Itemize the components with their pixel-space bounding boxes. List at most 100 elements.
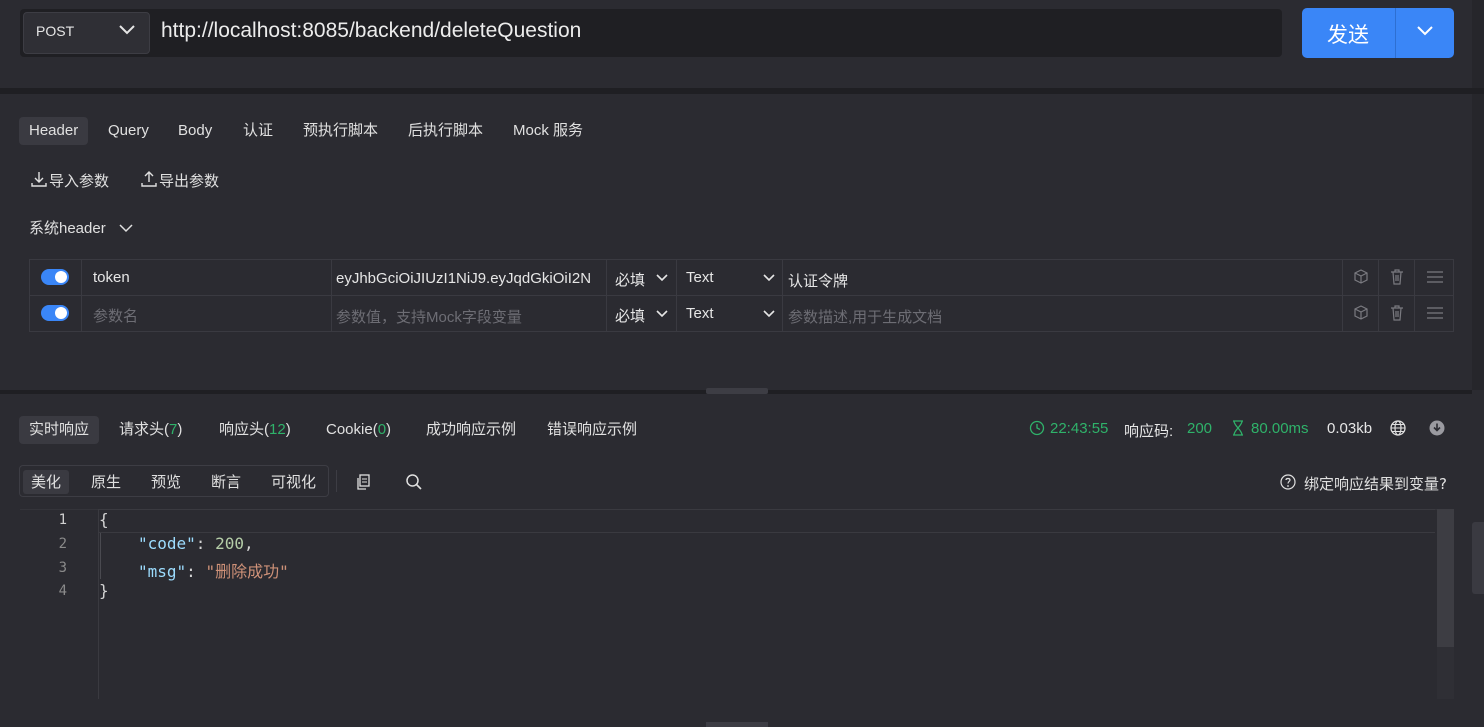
column-divider xyxy=(676,260,677,332)
divider xyxy=(336,470,337,492)
view-preview[interactable]: 预览 xyxy=(143,470,189,494)
cube-icon[interactable] xyxy=(1352,304,1370,326)
send-options-chevron-icon[interactable] xyxy=(1416,25,1434,41)
indent-guide xyxy=(100,533,101,579)
splitter-handle[interactable] xyxy=(706,388,768,394)
drag-handle-icon[interactable] xyxy=(1425,268,1445,290)
param-enabled-toggle[interactable] xyxy=(41,305,69,321)
status-label: 响应码: xyxy=(1124,423,1174,440)
json-value: "删除成功" xyxy=(205,562,289,581)
status-code: 200 xyxy=(1187,420,1213,437)
divider xyxy=(0,88,1484,94)
param-name-input[interactable]: 参数名 xyxy=(93,305,138,326)
right-scrollbar[interactable] xyxy=(1472,0,1484,390)
line-number: 1 xyxy=(58,512,67,528)
tab-success-example[interactable]: 成功响应示例 xyxy=(416,416,526,444)
column-divider xyxy=(1378,260,1379,332)
column-divider xyxy=(331,260,332,332)
tab-body[interactable]: Body xyxy=(168,117,222,145)
side-panel-handle[interactable] xyxy=(1472,522,1484,594)
param-required[interactable]: 必填 xyxy=(615,305,645,326)
param-value[interactable]: eyJhbGciOiJIUzI1NiJ9.eyJqdGkiOiI2N xyxy=(336,270,591,287)
tab-label: ) xyxy=(177,421,183,438)
copy-icon[interactable] xyxy=(355,473,373,495)
tab-auth[interactable]: 认证 xyxy=(233,117,283,145)
tab-pre-script[interactable]: 预执行脚本 xyxy=(293,117,388,145)
json-value: 200 xyxy=(215,534,244,553)
column-divider xyxy=(1342,260,1343,332)
line-number: 2 xyxy=(58,536,67,552)
search-icon[interactable] xyxy=(405,473,423,495)
tab-label: 响应头( xyxy=(219,421,269,438)
response-duration: 80.00ms xyxy=(1251,420,1309,437)
method-label: POST xyxy=(36,23,75,39)
tab-request-headers[interactable]: 请求头(7) xyxy=(109,416,192,444)
drag-handle-icon[interactable] xyxy=(1425,304,1445,326)
tab-cookie[interactable]: Cookie(0) xyxy=(316,416,401,444)
system-header-toggle[interactable]: 系统header xyxy=(29,217,106,238)
tab-label: Cookie( xyxy=(326,421,378,438)
hourglass-icon xyxy=(1231,420,1245,440)
chevron-down-icon[interactable] xyxy=(762,307,776,323)
chevron-down-icon[interactable] xyxy=(655,271,669,287)
chevron-down-icon[interactable] xyxy=(655,307,669,323)
code-line: } xyxy=(99,581,109,600)
param-value-input[interactable]: 参数值，支持Mock字段变量 xyxy=(336,306,522,327)
column-divider xyxy=(1414,260,1415,332)
view-assert[interactable]: 断言 xyxy=(203,470,249,494)
line-number: 4 xyxy=(58,583,67,599)
export-icon[interactable] xyxy=(140,170,158,192)
param-type[interactable]: Text xyxy=(686,305,714,322)
code-line: { xyxy=(99,510,109,529)
tab-label: ) xyxy=(386,421,392,438)
help-icon[interactable] xyxy=(1280,474,1296,494)
chevron-down-icon[interactable] xyxy=(762,271,776,287)
count-badge: 0 xyxy=(377,421,387,438)
url-input[interactable]: http://localhost:8085/backend/deleteQues… xyxy=(161,19,581,43)
globe-icon[interactable] xyxy=(1389,419,1407,441)
code-line: "code": 200, xyxy=(138,534,254,553)
tab-mock[interactable]: Mock 服务 xyxy=(503,117,593,145)
export-params-button[interactable]: 导出参数 xyxy=(159,170,219,191)
trash-icon[interactable] xyxy=(1388,304,1406,326)
column-divider xyxy=(81,260,82,332)
current-line-highlight xyxy=(99,509,1435,533)
param-description-input[interactable]: 参数描述,用于生成文档 xyxy=(788,306,942,327)
column-divider xyxy=(606,260,607,332)
json-sep: : xyxy=(186,562,206,581)
count-badge: 12 xyxy=(269,421,286,438)
bottom-splitter-handle[interactable] xyxy=(706,722,768,727)
import-params-button[interactable]: 导入参数 xyxy=(49,170,109,191)
param-required[interactable]: 必填 xyxy=(615,269,645,290)
send-button-label[interactable]: 发送 xyxy=(1327,19,1369,49)
row-divider xyxy=(30,295,1453,296)
param-enabled-toggle[interactable] xyxy=(41,269,69,285)
clock-icon xyxy=(1029,420,1045,440)
view-raw[interactable]: 原生 xyxy=(83,470,129,494)
bind-response-link[interactable]: 绑定响应结果到变量? xyxy=(1304,473,1447,494)
tab-label: 请求头( xyxy=(119,421,169,438)
tab-error-example[interactable]: 错误响应示例 xyxy=(537,416,647,444)
gutter-border xyxy=(98,509,99,699)
response-time: 22:43:55 xyxy=(1050,420,1109,437)
json-sep: : xyxy=(195,534,216,553)
import-icon[interactable] xyxy=(30,170,48,192)
trash-icon[interactable] xyxy=(1388,268,1406,290)
cube-icon[interactable] xyxy=(1352,268,1370,290)
chevron-down-icon[interactable] xyxy=(118,24,136,40)
tab-header[interactable]: Header xyxy=(19,117,89,145)
param-name[interactable]: token xyxy=(93,269,130,286)
view-pretty[interactable]: 美化 xyxy=(23,470,70,494)
download-icon[interactable] xyxy=(1428,419,1446,441)
view-visualize[interactable]: 可视化 xyxy=(263,470,324,494)
tab-realtime-response[interactable]: 实时响应 xyxy=(19,416,100,444)
chevron-down-icon[interactable] xyxy=(118,222,134,238)
param-type[interactable]: Text xyxy=(686,269,714,286)
tab-post-script[interactable]: 后执行脚本 xyxy=(398,117,493,145)
column-divider xyxy=(782,260,783,332)
param-description[interactable]: 认证令牌 xyxy=(788,270,848,291)
tab-response-headers[interactable]: 响应头(12) xyxy=(209,416,301,444)
tab-query[interactable]: Query xyxy=(98,117,159,145)
editor-scrollbar-thumb[interactable] xyxy=(1437,509,1454,647)
json-key: "msg" xyxy=(138,562,187,581)
